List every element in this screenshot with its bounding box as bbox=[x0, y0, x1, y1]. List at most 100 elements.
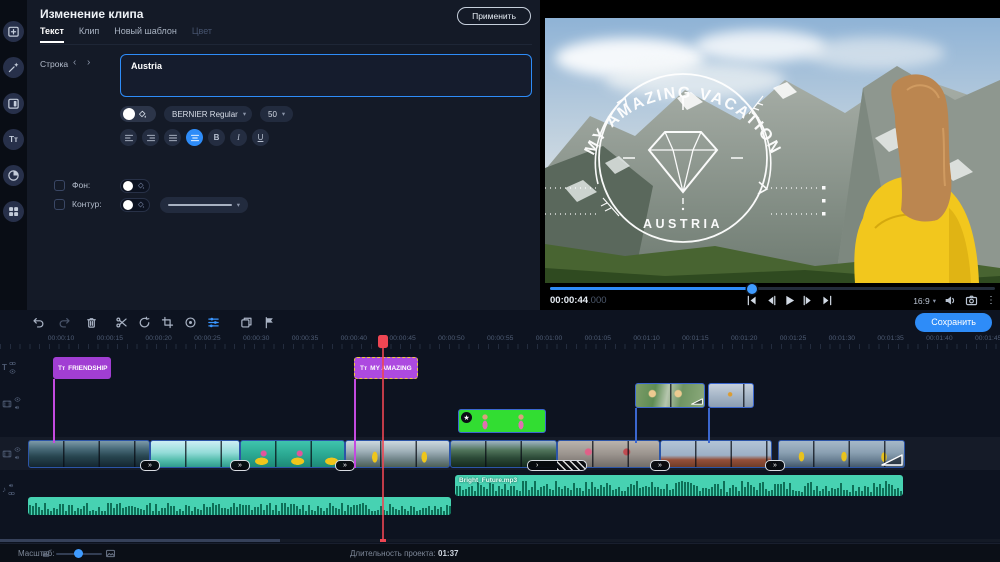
titles-track-header[interactable]: T bbox=[2, 360, 16, 375]
sidebar-speed-button[interactable] bbox=[3, 165, 24, 186]
tab-новый-шаблон[interactable]: Новый шаблон bbox=[114, 26, 177, 43]
tab-текст[interactable]: Текст bbox=[40, 26, 64, 43]
tab-клип[interactable]: Клип bbox=[79, 26, 99, 43]
chroma-key-clip[interactable]: ★ bbox=[458, 409, 546, 433]
frame-forward-button[interactable] bbox=[802, 294, 815, 307]
transition-indicator[interactable]: › bbox=[527, 460, 587, 471]
font-family-select[interactable]: BERNIER Regular ▾ bbox=[164, 106, 252, 122]
apply-button[interactable]: Применить bbox=[457, 7, 531, 25]
rotate-button[interactable] bbox=[136, 314, 152, 330]
font-size-select[interactable]: 50 ▾ bbox=[260, 106, 293, 122]
overlay-clip-blonde[interactable] bbox=[635, 383, 705, 408]
delete-button[interactable] bbox=[83, 314, 99, 330]
more-options-icon[interactable]: ⋮ bbox=[986, 295, 996, 306]
snapshot-icon[interactable] bbox=[965, 294, 978, 307]
title-text-input[interactable]: Austria bbox=[120, 54, 532, 97]
sidebar-add-media-button[interactable] bbox=[3, 21, 24, 42]
volume-icon[interactable] bbox=[944, 294, 957, 307]
sidebar-titles-button[interactable]: Tт bbox=[3, 129, 24, 150]
transition-indicator[interactable]: » bbox=[140, 460, 160, 471]
aspect-ratio-select[interactable]: 16:9 ▾ bbox=[913, 296, 936, 306]
split-button[interactable] bbox=[113, 314, 129, 330]
timeline-scrollbar-thumb[interactable] bbox=[0, 539, 280, 542]
crop-button[interactable] bbox=[159, 314, 175, 330]
track-visibility-icon[interactable] bbox=[14, 446, 21, 453]
link-track-icon[interactable] bbox=[9, 360, 16, 367]
track-mute-icon[interactable] bbox=[14, 404, 21, 411]
seek-bar-knob[interactable] bbox=[747, 284, 757, 294]
track-mute-icon[interactable] bbox=[8, 482, 15, 489]
transition-indicator[interactable]: » bbox=[765, 460, 785, 471]
align-left-button[interactable] bbox=[120, 129, 137, 146]
save-button[interactable]: Сохранить bbox=[915, 313, 992, 332]
clip-properties-button[interactable] bbox=[205, 314, 221, 330]
ruler-label: 00:00:10 bbox=[41, 335, 81, 342]
prev-line-button[interactable]: ‹ bbox=[73, 57, 76, 68]
skip-start-button[interactable] bbox=[745, 294, 758, 307]
outline-color-toggle[interactable] bbox=[120, 198, 150, 212]
audio-clip-linked[interactable] bbox=[28, 497, 451, 515]
zoom-in-icon[interactable] bbox=[105, 548, 116, 559]
outline-checkbox[interactable] bbox=[54, 199, 65, 210]
split-icon bbox=[115, 316, 128, 329]
clip-properties-icon bbox=[207, 316, 220, 329]
transition-indicator[interactable]: » bbox=[335, 460, 355, 471]
marker-button[interactable] bbox=[261, 314, 277, 330]
title-clip-label: MY AMAZING bbox=[370, 365, 412, 372]
transition-indicator[interactable]: » bbox=[230, 460, 250, 471]
audio-clip-bright-future-mp3[interactable]: Bright_Future.mp3 bbox=[455, 475, 903, 496]
transition-indicator[interactable]: » bbox=[650, 460, 670, 471]
video-editor-window: Tт Изменение клипа Применить ТекстКлипНо… bbox=[0, 0, 1000, 562]
undo-button[interactable] bbox=[30, 314, 46, 330]
track-visibility-icon[interactable] bbox=[14, 396, 21, 403]
clip-link-line bbox=[53, 379, 55, 443]
align-center-button[interactable] bbox=[186, 129, 203, 146]
timeline-playhead-handle[interactable] bbox=[378, 335, 388, 348]
sidebar-transitions-button[interactable] bbox=[3, 93, 24, 114]
redo-button[interactable] bbox=[56, 314, 72, 330]
video-clip-snow[interactable] bbox=[778, 440, 905, 468]
outline-style-select[interactable]: ▾ bbox=[160, 197, 248, 213]
toggle-knob bbox=[123, 181, 133, 191]
video-track-header[interactable] bbox=[2, 446, 21, 461]
zoom-out-icon[interactable] bbox=[42, 550, 50, 558]
skip-end-button[interactable] bbox=[821, 294, 834, 307]
timeline-playhead-line[interactable] bbox=[382, 348, 384, 539]
ruler-label: 00:00:50 bbox=[431, 335, 471, 342]
country-text: AUSTRIA bbox=[643, 217, 723, 231]
play-button[interactable] bbox=[783, 294, 796, 307]
video-clip-desert[interactable] bbox=[660, 440, 772, 468]
link-track-icon[interactable] bbox=[8, 490, 15, 497]
video-clip-lake[interactable] bbox=[28, 440, 150, 468]
overlay-track-header[interactable] bbox=[2, 396, 21, 411]
delete-icon bbox=[85, 316, 98, 329]
sidebar-filters-button[interactable] bbox=[3, 57, 24, 78]
timeline-zoom-knob[interactable] bbox=[74, 549, 83, 558]
video-clip-kayak[interactable] bbox=[240, 440, 345, 468]
next-line-button[interactable]: › bbox=[87, 57, 90, 68]
title-clip-friendship[interactable]: TтFRIENDSHIP bbox=[53, 357, 111, 379]
video-clip-coast[interactable] bbox=[150, 440, 240, 468]
italic-button[interactable]: I bbox=[230, 129, 247, 146]
underline-button[interactable]: U bbox=[252, 129, 269, 146]
track-mute-icon[interactable] bbox=[14, 454, 21, 461]
copy-button[interactable] bbox=[238, 314, 254, 330]
align-right-button[interactable] bbox=[142, 129, 159, 146]
background-color-toggle[interactable] bbox=[120, 179, 150, 193]
track-visibility-icon[interactable] bbox=[9, 368, 16, 375]
background-checkbox[interactable] bbox=[54, 180, 65, 191]
overlay-clip-hazy[interactable] bbox=[708, 383, 754, 408]
bold-button[interactable]: B bbox=[208, 129, 225, 146]
audio-track-header[interactable]: ♪ bbox=[2, 482, 15, 497]
text-color-swatch[interactable] bbox=[120, 106, 156, 122]
video-clip-alpine[interactable] bbox=[345, 440, 450, 468]
color-adjust-button[interactable] bbox=[182, 314, 198, 330]
ruler-label: 00:00:20 bbox=[139, 335, 179, 342]
title-clip-my-amazing[interactable]: TтMY AMAZING bbox=[354, 357, 418, 379]
align-justify-button[interactable] bbox=[164, 129, 181, 146]
video-preview[interactable]: MY AMAZING VACATION AUSTRIA bbox=[545, 18, 1000, 283]
tab-цвет[interactable]: Цвет bbox=[192, 26, 212, 43]
status-bar: Масштаб: Длительность проекта: 01:37 bbox=[0, 543, 1000, 562]
frame-back-button[interactable] bbox=[764, 294, 777, 307]
sidebar-more-tools-button[interactable] bbox=[3, 201, 24, 222]
